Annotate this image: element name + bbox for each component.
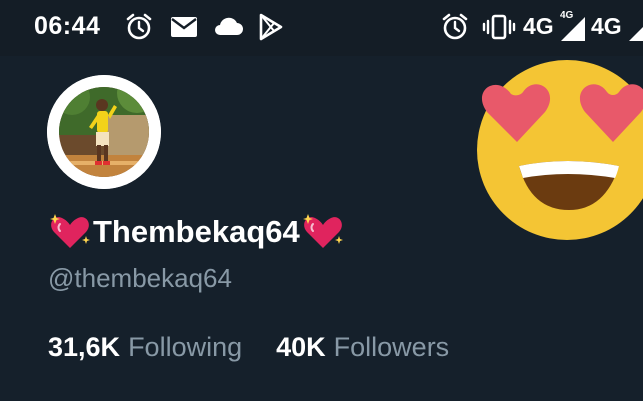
following-stat[interactable]: 31,6K Following <box>48 332 242 363</box>
followers-stat[interactable]: 40K Followers <box>276 332 449 363</box>
vibrate-icon <box>482 12 516 42</box>
followers-count: 40K <box>276 332 326 362</box>
alarm-icon <box>124 12 154 42</box>
alarm-icon-right <box>440 12 470 42</box>
heart-eyes-emoji-icon <box>473 60 643 240</box>
followers-label: Followers <box>333 332 450 362</box>
play-store-icon <box>258 12 284 42</box>
cloud-icon <box>212 12 244 42</box>
display-name-text: Thembekaq64 <box>93 214 300 249</box>
profile-avatar[interactable] <box>47 75 161 189</box>
status-bar: 06:44 4G 4G 4G <box>0 0 643 56</box>
profile-handle: @thembekaq64 <box>48 263 232 293</box>
status-time: 06:44 <box>34 12 101 40</box>
network-type-label: 4G <box>523 13 554 39</box>
mail-icon <box>170 12 198 42</box>
following-label: Following <box>128 332 243 362</box>
network-type-label-2: 4G <box>591 13 622 39</box>
display-name: Thembekaq64 <box>48 210 345 254</box>
signal-icon-2 <box>628 14 643 44</box>
sparkling-heart-icon <box>48 212 92 252</box>
signal-icon <box>560 14 586 44</box>
profile-stats: 31,6K Following 40K Followers <box>48 332 449 363</box>
following-count: 31,6K <box>48 332 121 362</box>
sparkling-heart-icon-2 <box>301 212 345 252</box>
